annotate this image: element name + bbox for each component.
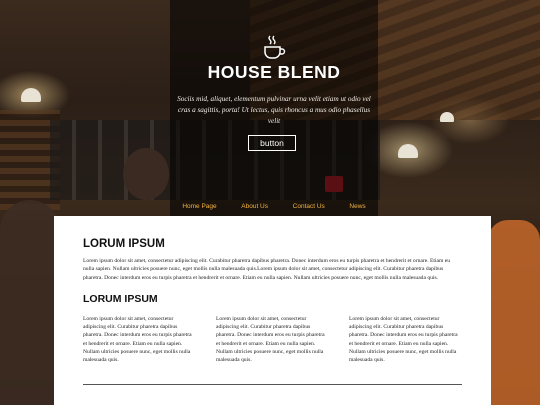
coffee-cup-icon — [264, 35, 286, 59]
person-left — [0, 200, 60, 405]
divider — [83, 384, 462, 385]
column-text-3: Lorem ipsum dolor sit amet, consectetur … — [349, 315, 458, 364]
nav-contact-us[interactable]: Contact Us — [293, 203, 325, 210]
pendant-lamp-far-right — [440, 112, 454, 122]
column-text-1: Lorem ipsum dolor sit amet, consectetur … — [83, 315, 192, 364]
section2-columns: Lorem ipsum dolor sit amet, consectetur … — [83, 315, 462, 365]
person-head — [123, 148, 169, 200]
content-card: LORUM IPSUM Lorem ipsum dolor sit amet, … — [54, 216, 491, 405]
hero-button[interactable]: button — [248, 135, 296, 151]
nav-home-page[interactable]: Home Page — [182, 203, 216, 210]
pendant-lamp-left — [21, 88, 41, 102]
nav-about-us[interactable]: About Us — [241, 203, 268, 210]
section1-heading: LORUM IPSUM — [83, 238, 165, 250]
person-right — [488, 220, 540, 405]
section2-heading: LORUM IPSUM — [83, 292, 158, 305]
hero-title: HOUSE BLEND — [207, 62, 341, 82]
nav-news[interactable]: News — [349, 203, 365, 210]
section1-body: Lorem ipsum dolor sit amet, consectetur … — [83, 258, 451, 281]
hero-panel: HOUSE BLEND Sociis mid, aliquet, element… — [170, 0, 378, 220]
hero-description: Sociis mid, aliquet, elementum pulvinar … — [177, 95, 371, 125]
column-text-2: Lorem ipsum dolor sit amet, consectetur … — [216, 315, 325, 364]
pendant-lamp-right — [398, 144, 418, 158]
main-nav: Home Page About Us Contact Us News — [170, 196, 378, 216]
